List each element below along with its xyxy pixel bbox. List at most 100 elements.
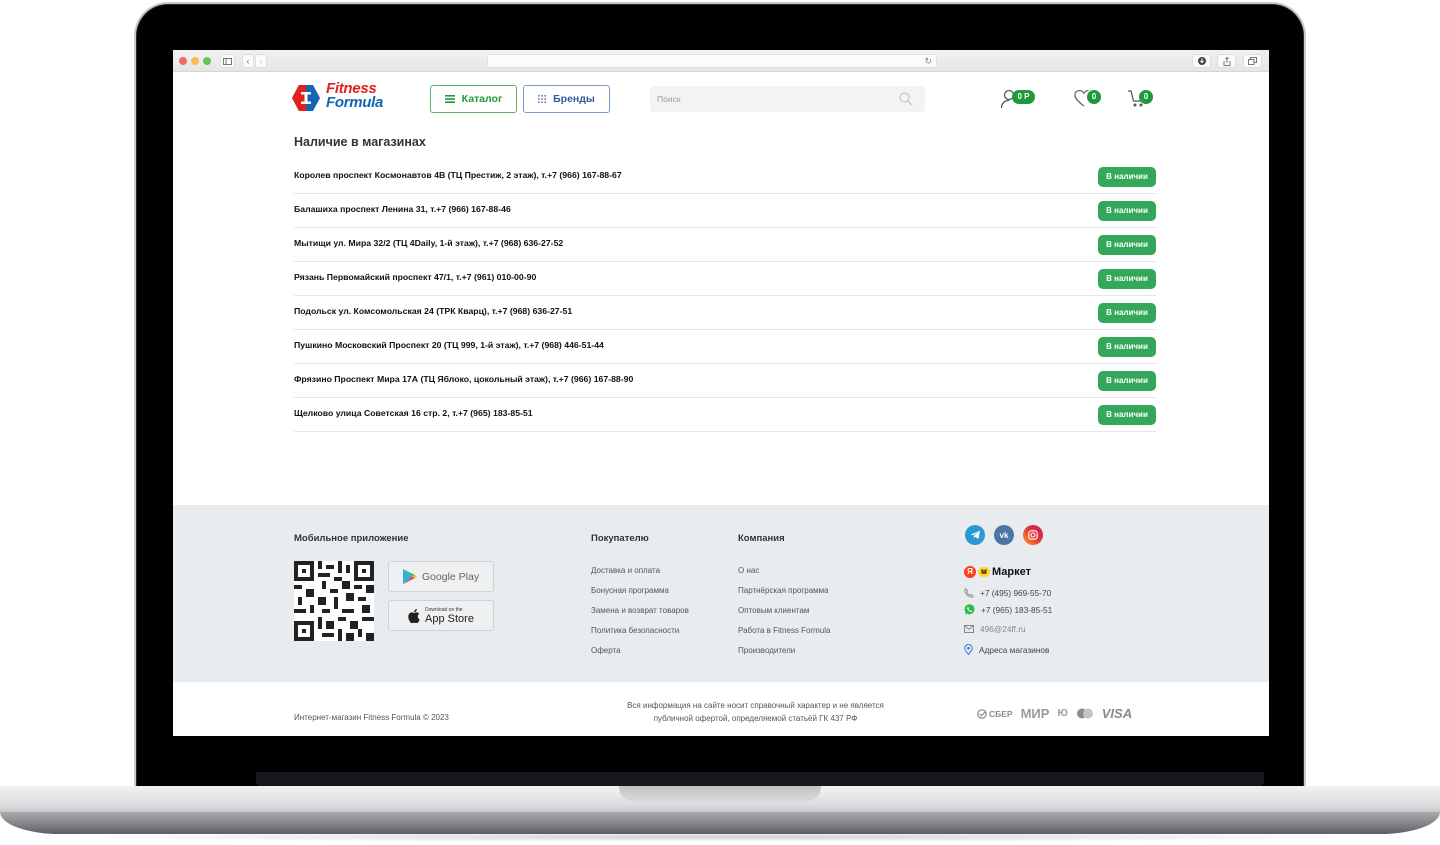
store-row: Щелково улица Советская 16 стр. 2, т.+7 … (294, 398, 1156, 432)
close-window-button[interactable] (179, 57, 187, 65)
sber-icon (977, 708, 987, 719)
store-row: Фрязино Проспект Мира 17А (ТЦ Яблоко, цо… (294, 364, 1156, 398)
mastercard-icon (1076, 708, 1093, 719)
share-icon[interactable] (1217, 54, 1236, 68)
copyright: Интернет-магазин Fitness Formula © 2023 (294, 713, 449, 722)
zoom-window-button[interactable] (203, 57, 211, 65)
laptop-shadow (40, 832, 1400, 842)
sber-label: СБЕР (989, 708, 1013, 719)
search-input[interactable]: Поиск (650, 86, 925, 112)
google-play-button[interactable]: Google Play (388, 561, 494, 592)
browser-toolbar: ‹ › ↻ (173, 50, 1269, 72)
footer-link-wholesale[interactable]: Оптовым клиентам (738, 606, 809, 615)
in-stock-badge: В наличии (1098, 404, 1156, 425)
store-availability: Наличие в магазинах Королев проспект Кос… (294, 134, 1156, 432)
disclaimer-line-1: Вся информация на сайте носит справочный… (627, 701, 884, 710)
disclaimer-line-2: публичной офертой, определяемой статьёй … (653, 714, 858, 723)
logo-hex-icon (292, 85, 320, 111)
phone-contact[interactable]: +7 (495) 969-55-70 (964, 588, 1051, 598)
store-address: Щелково улица Советская 16 стр. 2, т.+7 … (294, 407, 533, 418)
market-label: Маркет (992, 566, 1031, 578)
store-row: Пушкино Московский Проспект 20 (ТЦ 999, … (294, 330, 1156, 364)
email-contact[interactable]: 496@24ff.ru (964, 624, 1026, 634)
store-address: Рязань Первомайский проспект 47/1, т.+7 … (294, 271, 537, 282)
brands-button[interactable]: Бренды (523, 85, 610, 113)
in-stock-badge: В наличии (1098, 166, 1156, 187)
footer-link-returns[interactable]: Замена и возврат товаров (591, 606, 689, 615)
footer-link-partners[interactable]: Партнёрская программа (738, 586, 829, 595)
store-row: Балашиха проспект Ленина 31, т.+7 (966) … (294, 194, 1156, 228)
yumoney-logo: Ю (1057, 708, 1068, 719)
page-title: Наличие в магазинах (294, 135, 426, 149)
phone-number: +7 (495) 969-55-70 (980, 588, 1052, 598)
in-stock-badge: В наличии (1098, 200, 1156, 221)
laptop-notch (619, 786, 821, 801)
yandex-icon: Я (964, 566, 976, 578)
catalog-button[interactable]: Каталог (430, 85, 517, 113)
google-play-icon (402, 569, 417, 584)
store-address: Балашиха проспект Ленина 31, т.+7 (966) … (294, 203, 511, 214)
whatsapp-number: +7 (965) 183-85-51 (981, 604, 1053, 615)
laptop-base-lower (0, 812, 1440, 834)
brands-label: Бренды (553, 93, 595, 105)
tabs-icon[interactable] (1243, 54, 1262, 68)
forward-icon[interactable]: › (255, 54, 267, 68)
store-row: Рязань Первомайский проспект 47/1, т.+7 … (294, 262, 1156, 296)
menu-icon (444, 95, 455, 103)
email-address: 496@24ff.ru (980, 624, 1026, 634)
buyer-column-title: Покупателю (591, 533, 649, 544)
payment-methods: СБЕР МИР Ю VISA (977, 706, 1132, 721)
app-store-label: App Store (425, 612, 474, 625)
search-placeholder: Поиск (657, 94, 681, 104)
store-address: Мытищи ул. Мира 32/2 (ТЦ 4Daily, 1-й эта… (294, 237, 564, 248)
apple-icon (408, 608, 420, 623)
sber-logo: СБЕР (977, 709, 1013, 719)
catalog-label: Каталог (461, 93, 503, 105)
whatsapp-contact[interactable]: +7 (965) 183-85-51 (964, 604, 1052, 615)
in-stock-badge: В наличии (1098, 234, 1156, 255)
grid-icon (538, 95, 547, 103)
footer-bottom: Интернет-магазин Fitness Formula © 2023 … (173, 682, 1269, 736)
store-addresses-label: Адреса магазинов (979, 644, 1050, 655)
footer-link-offer[interactable]: Оферта (591, 646, 621, 655)
store-row: Мытищи ул. Мира 32/2 (ТЦ 4Daily, 1-й эта… (294, 228, 1156, 262)
back-icon[interactable]: ‹ (242, 54, 254, 68)
location-pin-icon (964, 644, 973, 655)
download-icon[interactable] (1192, 54, 1211, 68)
footer-link-about[interactable]: О нас (738, 566, 759, 575)
address-bar[interactable]: ↻ (487, 54, 937, 68)
in-stock-badge: В наличии (1098, 302, 1156, 323)
minimize-window-button[interactable] (191, 57, 199, 65)
footer-link-manufacturers[interactable]: Производители (738, 646, 795, 655)
app-store-button[interactable]: Download on the App Store (388, 600, 494, 631)
in-stock-badge: В наличии (1098, 336, 1156, 357)
in-stock-badge: В наличии (1098, 370, 1156, 391)
instagram-icon[interactable] (1023, 525, 1043, 545)
store-address: Королев проспект Космонавтов 4В (ТЦ Прес… (294, 169, 622, 180)
footer-link-delivery[interactable]: Доставка и оплата (591, 566, 660, 575)
store-address: Фрязино Проспект Мира 17А (ТЦ Яблоко, цо… (294, 373, 634, 384)
store-addresses-link[interactable]: Адреса магазинов (964, 644, 1049, 655)
company-column-title: Компания (738, 533, 785, 544)
footer-link-privacy[interactable]: Политика безопасности (591, 626, 679, 635)
search-icon[interactable] (899, 92, 913, 106)
in-stock-badge: В наличии (1098, 268, 1156, 289)
google-play-label: Google Play (421, 570, 480, 583)
reload-icon[interactable]: ↻ (924, 55, 932, 67)
mail-icon (964, 625, 974, 633)
sidebar-icon[interactable] (220, 54, 235, 68)
market-icon: м (978, 567, 990, 577)
logo[interactable]: Fitness Formula (292, 81, 396, 114)
cart-count-badge: 0 (1139, 90, 1153, 104)
vk-icon[interactable]: vk (994, 525, 1014, 545)
footer-link-careers[interactable]: Работа в Fitness Formula (738, 626, 830, 635)
yandex-market-logo[interactable]: Я м Маркет (964, 566, 1031, 578)
footer-link-bonus[interactable]: Бонусная программа (591, 586, 669, 595)
visa-logo: VISA (1101, 706, 1133, 721)
account-balance-badge: 0 Р (1012, 90, 1035, 104)
mobile-app-title: Мобильное приложение (294, 533, 409, 544)
telegram-icon[interactable] (965, 525, 985, 545)
site-footer: Мобильное приложение Google Play Downloa… (173, 505, 1269, 682)
disclaimer: Вся информация на сайте носит справочный… (593, 699, 918, 725)
store-row: Подольск ул. Комсомольская 24 (ТРК Кварц… (294, 296, 1156, 330)
